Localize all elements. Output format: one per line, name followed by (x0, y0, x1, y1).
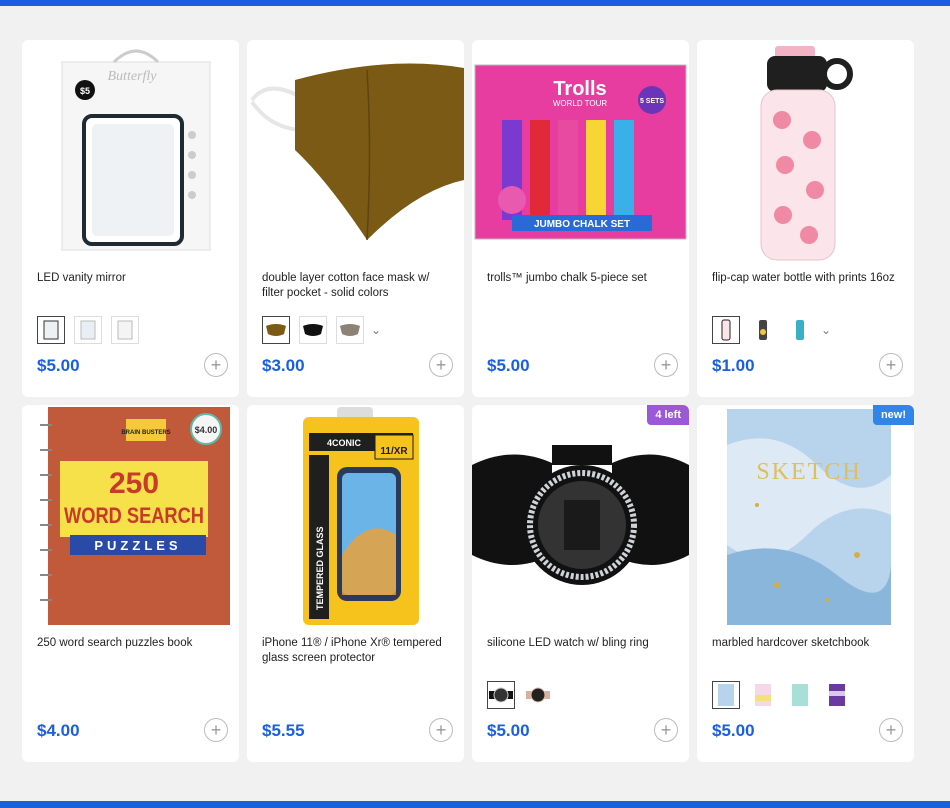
product-title[interactable]: 250 word search puzzles book (37, 636, 229, 651)
product-image[interactable] (697, 40, 914, 262)
chevron-down-icon[interactable]: ⌄ (371, 323, 381, 337)
add-to-cart-button[interactable]: + (204, 353, 228, 377)
product-image[interactable]: SKETCH (697, 405, 914, 627)
plus-icon: + (660, 355, 672, 375)
product-title[interactable]: double layer cotton face mask w/ filter … (262, 271, 454, 301)
svg-text:WORD SEARCH: WORD SEARCH (64, 503, 204, 528)
swatch[interactable] (786, 316, 814, 344)
product-grid: $5 Butterfly LED vanity mirror $5.00 + d… (22, 40, 914, 762)
product-card[interactable]: $5 Butterfly LED vanity mirror $5.00 + (22, 40, 239, 397)
product-title[interactable]: silicone LED watch w/ bling ring (487, 636, 679, 651)
swatch[interactable] (262, 316, 290, 344)
product-title[interactable]: iPhone 11® / iPhone Xr® tempered glass s… (262, 636, 454, 666)
product-card[interactable]: 4CONIC 11/XR TEMPERED GLASS iPhone 11® /… (247, 405, 464, 762)
svg-text:WORLD TOUR: WORLD TOUR (553, 99, 608, 108)
product-price: $4.00 (37, 721, 80, 740)
swatch[interactable] (74, 316, 102, 344)
svg-text:4CONIC: 4CONIC (327, 438, 362, 448)
svg-text:JUMBO CHALK SET: JUMBO CHALK SET (534, 219, 630, 230)
swatch[interactable] (786, 681, 814, 709)
plus-icon: + (435, 355, 447, 375)
svg-text:BRAIN BUSTERS: BRAIN BUSTERS (121, 430, 170, 436)
swatch[interactable] (823, 681, 851, 709)
product-image[interactable] (247, 40, 464, 262)
add-to-cart-button[interactable]: + (879, 353, 903, 377)
color-swatches: ⌄ (262, 316, 381, 344)
swatch[interactable] (524, 681, 552, 709)
product-card[interactable]: BRAIN BUSTERS $4.00 250 WORD SEARCH PUZZ… (22, 405, 239, 762)
swatch[interactable] (299, 316, 327, 344)
swatch[interactable] (749, 316, 777, 344)
product-price: $1.00 (712, 356, 755, 375)
chevron-down-icon[interactable]: ⌄ (821, 323, 831, 337)
brand-logo: Trolls (553, 78, 606, 100)
product-title[interactable]: marbled hardcover sketchbook (712, 636, 904, 651)
product-image[interactable] (472, 405, 689, 627)
bottom-accent-bar (0, 801, 950, 808)
product-title[interactable]: LED vanity mirror (37, 271, 229, 286)
svg-text:250: 250 (109, 467, 159, 500)
product-card[interactable]: 4 left silicone LED watch w/ bling ring … (472, 405, 689, 762)
plus-icon: + (885, 720, 897, 740)
add-to-cart-button[interactable]: + (429, 353, 453, 377)
color-swatches (37, 316, 139, 344)
swatch[interactable] (712, 316, 740, 344)
product-card[interactable]: double layer cotton face mask w/ filter … (247, 40, 464, 397)
swatch[interactable] (111, 316, 139, 344)
swatch[interactable] (749, 681, 777, 709)
svg-text:TEMPERED GLASS: TEMPERED GLASS (315, 526, 325, 610)
product-title[interactable]: flip-cap water bottle with prints 16oz (712, 271, 904, 286)
svg-text:PUZZLES: PUZZLES (94, 538, 181, 553)
product-image[interactable]: $5 Butterfly (22, 40, 239, 262)
price-sticker: $5 (80, 86, 90, 96)
plus-icon: + (435, 720, 447, 740)
svg-text:SKETCH: SKETCH (756, 459, 861, 485)
product-image[interactable]: 4CONIC 11/XR TEMPERED GLASS (247, 405, 464, 627)
svg-text:11/XR: 11/XR (380, 446, 408, 457)
product-price: $3.00 (262, 356, 305, 375)
product-title[interactable]: trolls™ jumbo chalk 5-piece set (487, 271, 679, 286)
product-card[interactable]: flip-cap water bottle with prints 16oz ⌄… (697, 40, 914, 397)
product-image[interactable]: BRAIN BUSTERS $4.00 250 WORD SEARCH PUZZ… (22, 405, 239, 627)
new-badge: new! (872, 405, 914, 425)
add-to-cart-button[interactable]: + (204, 718, 228, 742)
color-swatches: ⌄ (712, 316, 831, 344)
svg-text:5 SETS: 5 SETS (640, 98, 664, 105)
top-accent-bar (0, 0, 950, 6)
plus-icon: + (660, 720, 672, 740)
product-price: $5.00 (712, 721, 755, 740)
color-swatches (487, 681, 552, 709)
add-to-cart-button[interactable]: + (879, 718, 903, 742)
plus-icon: + (885, 355, 897, 375)
swatch[interactable] (37, 316, 65, 344)
stock-badge: 4 left (647, 405, 689, 425)
product-image[interactable]: Trolls WORLD TOUR 5 SETS JUMBO CHALK SET (472, 40, 689, 262)
add-to-cart-button[interactable]: + (429, 718, 453, 742)
product-price: $5.00 (37, 356, 80, 375)
add-to-cart-button[interactable]: + (654, 353, 678, 377)
swatch[interactable] (336, 316, 364, 344)
swatch[interactable] (487, 681, 515, 709)
add-to-cart-button[interactable]: + (654, 718, 678, 742)
product-card[interactable]: SKETCH new! marbled hardcover sketchbook… (697, 405, 914, 762)
swatch[interactable] (712, 681, 740, 709)
price-sticker: $4.00 (195, 425, 218, 435)
plus-icon: + (210, 720, 222, 740)
product-card[interactable]: Trolls WORLD TOUR 5 SETS JUMBO CHALK SET… (472, 40, 689, 397)
color-swatches (712, 681, 851, 709)
product-price: $5.00 (487, 721, 530, 740)
product-price: $5.55 (262, 721, 305, 740)
product-price: $5.00 (487, 356, 530, 375)
svg-text:Butterfly: Butterfly (108, 69, 158, 84)
plus-icon: + (210, 355, 222, 375)
